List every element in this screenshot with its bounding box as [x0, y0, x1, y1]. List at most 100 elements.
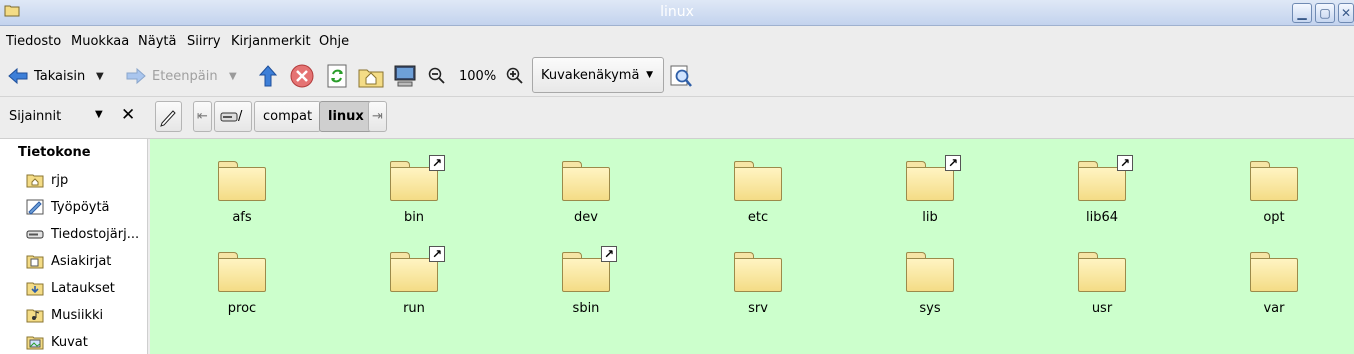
file-name: opt	[1263, 210, 1285, 225]
file-item[interactable]: etc	[708, 161, 808, 225]
icon-view[interactable]: afs ↗ bin dev etc ↗ lib ↗ lib64 opt proc ↗ run ↗ sbin s…	[150, 139, 1354, 354]
symlink-arrow-icon: ↗	[945, 155, 961, 171]
reload-icon	[327, 64, 347, 88]
title-bar: linux ▁ ▢ ✕	[0, 0, 1354, 26]
file-item[interactable]: ↗ bin	[364, 155, 464, 225]
menu-tiedosto[interactable]: Tiedosto	[6, 34, 61, 49]
arrow-right-icon	[126, 67, 146, 85]
window-title: linux	[660, 4, 694, 20]
reload-button[interactable]	[326, 55, 348, 97]
menu-ohje[interactable]: Ohje	[319, 34, 349, 49]
file-item[interactable]: srv	[708, 252, 808, 316]
sidebar-type-dropdown[interactable]: ▼	[95, 109, 103, 120]
maximize-button[interactable]: ▢	[1315, 3, 1335, 23]
arrow-left-icon	[8, 67, 28, 85]
view-mode-select[interactable]: Kuvakenäkymä ▼	[532, 57, 664, 93]
file-item[interactable]: afs	[192, 161, 292, 225]
folder-icon	[1250, 161, 1298, 201]
sidebar-item-downloads[interactable]: Lataukset	[26, 277, 115, 299]
file-name: bin	[403, 210, 425, 225]
path-button-compat[interactable]: compat	[254, 101, 322, 132]
places-sidebar: Tietokone rjp Työpöytä Tiedostojärj... A…	[0, 139, 148, 354]
path-scroll-right-button[interactable]: ⇥	[368, 101, 387, 132]
sidebar-section-title: Tietokone	[18, 145, 91, 160]
file-item[interactable]: sys	[880, 252, 980, 316]
scroll-right-icon: ⇥	[372, 109, 383, 124]
scroll-left-icon: ⇤	[197, 109, 208, 124]
home-folder-icon	[26, 174, 44, 188]
pictures-folder-icon	[26, 336, 44, 350]
symlink-arrow-icon: ↗	[429, 246, 445, 262]
file-item[interactable]: var	[1224, 252, 1324, 316]
file-name: run	[403, 301, 425, 316]
chevron-down-icon: ▼	[646, 70, 653, 80]
back-history-dropdown[interactable]: ▼	[96, 55, 104, 97]
close-sidebar-button[interactable]: ✕	[121, 105, 135, 125]
sidebar-item-documents[interactable]: Asiakirjat	[26, 250, 111, 272]
home-button[interactable]	[358, 55, 384, 97]
desktop-icon	[26, 199, 44, 215]
forward-button[interactable]: Eteenpäin	[126, 55, 218, 97]
menu-nayta[interactable]: Näytä	[138, 34, 176, 49]
toolbar: Takaisin ▼ Eteenpäin ▼ 100% Kuvakenäkymä…	[0, 55, 1354, 97]
search-button[interactable]	[669, 55, 693, 97]
folder-icon	[1250, 252, 1298, 292]
folder-icon: ↗	[390, 246, 445, 292]
sidebar-item-pictures[interactable]: Kuvat	[26, 331, 88, 353]
home-folder-icon	[358, 69, 384, 88]
folder-icon	[734, 252, 782, 292]
file-name: sys	[919, 301, 941, 316]
file-item[interactable]: usr	[1052, 252, 1152, 316]
menu-kirjanmerkit[interactable]: Kirjanmerkit	[231, 34, 311, 49]
file-name: srv	[748, 301, 768, 316]
sidebar-item-desktop[interactable]: Työpöytä	[26, 196, 110, 218]
path-root-button[interactable]: /	[214, 101, 252, 132]
back-button[interactable]: Takaisin	[8, 55, 85, 97]
computer-button[interactable]	[393, 55, 417, 97]
arrow-up-icon	[258, 65, 278, 87]
zoom-in-icon	[506, 67, 523, 84]
minimize-button[interactable]: ▁	[1292, 3, 1312, 23]
forward-history-dropdown[interactable]: ▼	[229, 55, 237, 97]
path-button-linux[interactable]: linux	[319, 101, 373, 132]
folder-icon: ↗	[562, 246, 617, 292]
sidebar-item-filesystem[interactable]: Tiedostojärj...	[26, 223, 139, 245]
search-icon	[670, 65, 692, 87]
folder-icon	[734, 161, 782, 201]
file-name: proc	[227, 301, 257, 316]
file-name: lib64	[1085, 210, 1119, 225]
sidebar-item-rjp[interactable]: rjp	[26, 169, 68, 191]
folder-icon: ↗	[906, 155, 961, 201]
file-name: etc	[747, 210, 769, 225]
documents-folder-icon	[26, 255, 44, 269]
file-item[interactable]: ↗ sbin	[536, 246, 636, 316]
file-item[interactable]: ↗ lib	[880, 155, 980, 225]
zoom-out-button[interactable]	[428, 55, 446, 97]
stop-icon	[290, 64, 314, 88]
pencil-icon	[160, 110, 176, 127]
file-item[interactable]: proc	[192, 252, 292, 316]
menu-muokkaa[interactable]: Muokkaa	[71, 34, 129, 49]
folder-icon: ↗	[390, 155, 445, 201]
close-window-button[interactable]: ✕	[1338, 3, 1354, 23]
folder-icon: ↗	[1078, 155, 1133, 201]
file-item[interactable]: ↗ run	[364, 246, 464, 316]
symlink-arrow-icon: ↗	[1117, 155, 1133, 171]
file-item[interactable]: dev	[536, 161, 636, 225]
file-name: sbin	[572, 301, 600, 316]
file-item[interactable]: opt	[1224, 161, 1324, 225]
edit-location-button[interactable]	[155, 101, 182, 132]
path-scroll-left-button[interactable]: ⇤	[193, 101, 212, 132]
downloads-folder-icon	[26, 282, 44, 296]
zoom-in-button[interactable]	[506, 55, 524, 97]
folder-icon	[562, 161, 610, 201]
file-item[interactable]: ↗ lib64	[1052, 155, 1152, 225]
stop-button[interactable]	[290, 55, 314, 97]
zoom-level[interactable]: 100%	[459, 55, 496, 97]
drive-icon	[220, 112, 238, 121]
filesystem-drive-icon	[26, 230, 44, 239]
folder-icon	[906, 252, 954, 292]
menu-siirry[interactable]: Siirry	[187, 34, 221, 49]
up-button[interactable]	[258, 55, 278, 97]
sidebar-item-music[interactable]: Musiikki	[26, 304, 103, 326]
